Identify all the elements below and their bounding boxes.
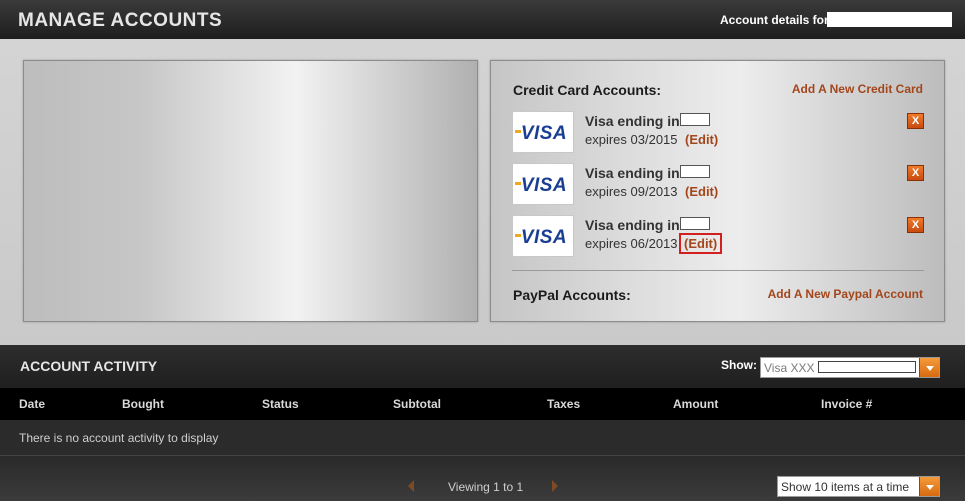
delete-card-button[interactable]: X — [907, 165, 924, 181]
delete-card-button[interactable]: X — [907, 217, 924, 233]
visa-logo-icon: VISA — [512, 215, 574, 257]
account-filter-select[interactable]: Visa XXX — [760, 357, 940, 378]
column-header-subtotal[interactable]: Subtotal — [393, 397, 441, 411]
edit-card-link[interactable]: (Edit) — [685, 184, 718, 199]
card-expiry: expires 03/2015 — [585, 132, 678, 147]
visa-logo-icon: VISA — [512, 163, 574, 205]
account-details-label: Account details for — [720, 13, 829, 27]
card-title: Visa ending in — [585, 113, 680, 129]
chevron-down-icon[interactable] — [919, 477, 939, 496]
credit-card-row: VISA Visa ending in expires 03/2015 (Edi… — [512, 111, 924, 153]
filter-value-redacted — [818, 361, 916, 373]
credit-card-row: VISA Visa ending in expires 06/2013 (Edi… — [512, 215, 924, 257]
card-expiry: expires 06/2013 — [585, 236, 678, 251]
payment-methods-panel: Credit Card Accounts: Add A New Credit C… — [490, 60, 945, 322]
viewing-range: Viewing 1 to 1 — [448, 480, 524, 494]
credit-card-row: VISA Visa ending in expires 09/2013 (Edi… — [512, 163, 924, 205]
account-activity-title: ACCOUNT ACTIVITY — [20, 358, 158, 374]
empty-activity-message: There is no account activity to display — [19, 431, 219, 445]
card-title: Visa ending in — [585, 217, 680, 233]
show-label: Show: — [721, 358, 757, 372]
account-name-redacted — [827, 12, 952, 27]
column-header-invoice[interactable]: Invoice # — [821, 397, 872, 411]
account-activity-bar: ACCOUNT ACTIVITY Show: Visa XXX — [0, 345, 965, 388]
edit-card-link-highlighted[interactable]: (Edit) — [678, 233, 723, 254]
credit-card-accounts-heading: Credit Card Accounts: — [513, 82, 662, 98]
page-title: MANAGE ACCOUNTS — [18, 10, 223, 31]
edit-card-link[interactable]: (Edit) — [685, 132, 718, 147]
table-row: There is no account activity to display — [0, 420, 965, 456]
previous-page-icon[interactable] — [408, 480, 414, 492]
card-number-redacted — [680, 165, 710, 178]
card-title: Visa ending in — [585, 165, 680, 181]
chevron-down-icon[interactable] — [919, 358, 939, 377]
header-bar: MANAGE ACCOUNTS Account details for — [0, 0, 965, 39]
next-page-icon[interactable] — [552, 480, 558, 492]
column-header-amount[interactable]: Amount — [673, 397, 718, 411]
card-expiry: expires 09/2013 — [585, 184, 678, 199]
add-paypal-account-link[interactable]: Add A New Paypal Account — [768, 287, 923, 301]
paypal-accounts-heading: PayPal Accounts: — [513, 287, 631, 303]
card-number-redacted — [680, 217, 710, 230]
delete-card-button[interactable]: X — [907, 113, 924, 129]
column-header-status[interactable]: Status — [262, 397, 299, 411]
column-header-taxes[interactable]: Taxes — [547, 397, 580, 411]
card-number-redacted — [680, 113, 710, 126]
column-header-date[interactable]: Date — [19, 397, 45, 411]
add-credit-card-link[interactable]: Add A New Credit Card — [792, 82, 923, 96]
items-per-page-select[interactable]: Show 10 items at a time — [777, 476, 940, 497]
left-panel — [23, 60, 478, 322]
column-header-bought[interactable]: Bought — [122, 397, 164, 411]
visa-logo-icon: VISA — [512, 111, 574, 153]
divider — [512, 270, 924, 271]
activity-table-header: Date Bought Status Subtotal Taxes Amount… — [0, 388, 965, 420]
pagination-bar: Viewing 1 to 1 Show 10 items at a time — [0, 456, 965, 501]
